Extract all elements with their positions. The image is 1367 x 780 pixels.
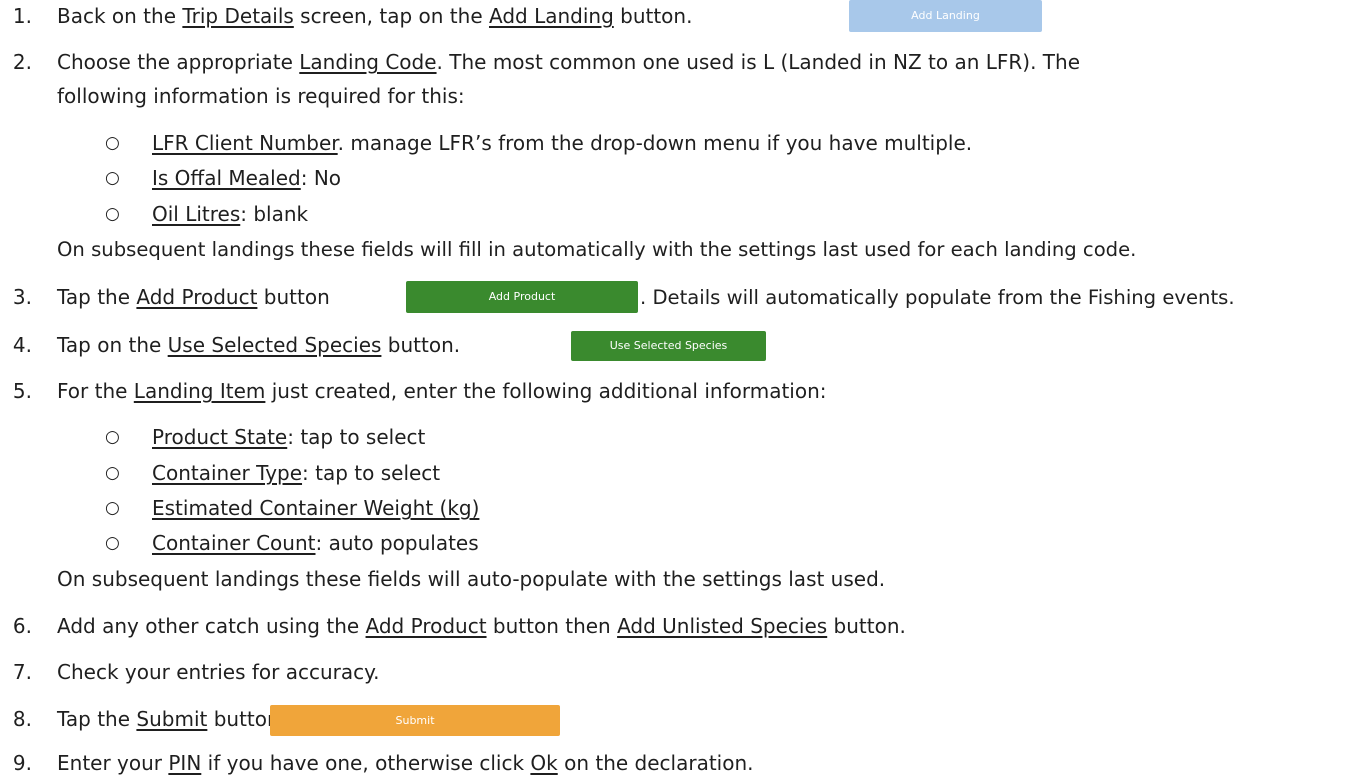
link-pin[interactable]: PIN (168, 751, 201, 775)
step-number: 9. (12, 751, 32, 775)
link-landing-item[interactable]: Landing Item (134, 379, 266, 403)
link-add-product[interactable]: Add Product (136, 285, 257, 309)
step-number: 7. (12, 660, 32, 684)
step-number: 1. (12, 4, 32, 28)
link-submit[interactable]: Submit (136, 707, 207, 731)
step-number: 4. (12, 333, 32, 357)
step-number: 5. (12, 379, 32, 403)
instructions-document: 1. Back on the Trip Details screen, tap … (0, 0, 1367, 780)
step-text: Choose the appropriate Landing Code. The… (57, 50, 1081, 74)
link-add-product[interactable]: Add Product (366, 614, 487, 638)
link-use-selected-species[interactable]: Use Selected Species (168, 333, 382, 357)
bullet-icon: ○ (105, 168, 120, 188)
step-number: 2. (12, 50, 32, 74)
bullet-icon: ○ (105, 533, 120, 553)
step-text: Tap the Add Product button (57, 285, 330, 309)
bullet-icon: ○ (105, 427, 120, 447)
step-number: 6. (12, 614, 32, 638)
bullet-icon: ○ (105, 463, 120, 483)
add-product-button[interactable]: Add Product (406, 281, 638, 313)
link-container-type[interactable]: Container Type (152, 461, 302, 485)
link-trip-details[interactable]: Trip Details (182, 4, 293, 28)
step-text: Back on the Trip Details screen, tap on … (57, 4, 693, 28)
link-landing-code[interactable]: Landing Code (299, 50, 436, 74)
step-text: Tap the Submit button. (57, 707, 287, 731)
bullet-icon: ○ (105, 133, 120, 153)
link-oil-litres[interactable]: Oil Litres (152, 202, 240, 226)
step-text: Enter your PIN if you have one, otherwis… (57, 751, 754, 775)
link-add-unlisted-species[interactable]: Add Unlisted Species (617, 614, 827, 638)
bullet-icon: ○ (105, 498, 120, 518)
link-ok[interactable]: Ok (530, 751, 557, 775)
step-number: 8. (12, 707, 32, 731)
bullet-icon: ○ (105, 204, 120, 224)
add-landing-button[interactable]: Add Landing (849, 0, 1042, 32)
step-text: Tap on the Use Selected Species button. (57, 333, 461, 357)
link-product-state[interactable]: Product State (152, 425, 287, 449)
link-lfr-client-number[interactable]: LFR Client Number (152, 131, 338, 155)
link-add-landing[interactable]: Add Landing (489, 4, 614, 28)
submit-button[interactable]: Submit (270, 705, 560, 736)
step-text: Check your entries for accuracy. (57, 660, 380, 684)
link-estimated-container-weight[interactable]: Estimated Container Weight (kg) (152, 496, 479, 520)
step-text: For the Landing Item just created, enter… (57, 379, 827, 403)
step-number: 3. (12, 285, 32, 309)
link-container-count[interactable]: Container Count (152, 531, 316, 555)
step-text: Add any other catch using the Add Produc… (57, 614, 906, 638)
link-is-offal-mealed[interactable]: Is Offal Mealed (152, 166, 301, 190)
step-3-tail: . Details will automatically populate fr… (640, 286, 1235, 309)
use-selected-species-button[interactable]: Use Selected Species (571, 331, 766, 361)
